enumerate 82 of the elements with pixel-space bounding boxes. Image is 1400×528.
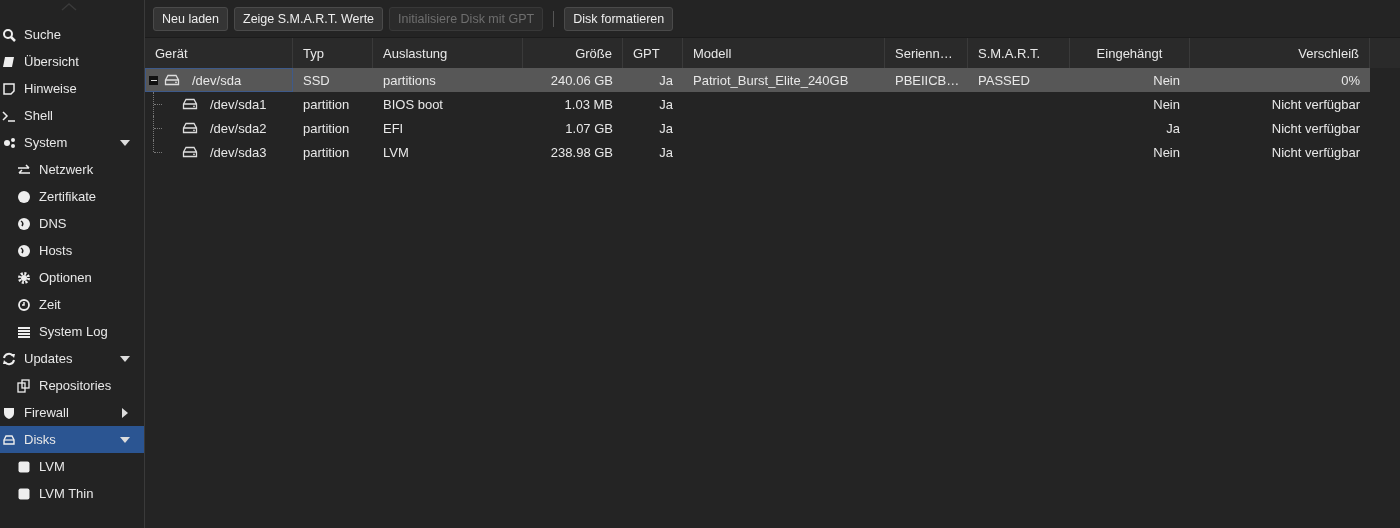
square-icon <box>17 486 31 501</box>
caret-icon <box>120 407 130 418</box>
table-row[interactable]: /dev/sda2 partition EFI 1.07 GB Ja Ja Nicht verfügbar <box>145 116 1370 140</box>
table-cell: Nicht verfügbar <box>1271 96 1360 112</box>
table-cell: Nicht verfügbar <box>1271 144 1360 160</box>
toolbar-button[interactable]: Disk formatieren <box>564 6 674 31</box>
drive-icon <box>182 98 198 110</box>
table-cell: partition <box>303 96 350 112</box>
sidebar-item[interactable]: Updates <box>0 345 144 372</box>
toolbar-button[interactable]: Neu laden <box>153 6 228 31</box>
sidebar-item[interactable]: LVM Thin <box>0 480 144 507</box>
globe-icon <box>17 216 31 231</box>
sidebar-item[interactable]: Repositories <box>0 372 144 399</box>
table-cell: Ja <box>659 72 673 88</box>
note-icon <box>2 81 16 96</box>
table-row[interactable]: /dev/sda3 partition LVM 238.98 GB Ja Nein Nicht verfügbar <box>145 140 1370 164</box>
list-icon <box>17 324 31 339</box>
sidebar-item[interactable]: LVM <box>0 453 144 480</box>
column-header[interactable]: Gerät <box>145 38 293 68</box>
table-row[interactable]: /dev/sda SSD partitions 240.06 GB Ja Patriot_Burst_Elite_240GB PBEIICB… PASSED Nein 0% <box>145 68 1370 92</box>
sidebar-item[interactable]: Netzwerk <box>0 156 144 183</box>
sidebar-item[interactable]: Hosts <box>0 237 144 264</box>
terminal-icon <box>2 108 16 123</box>
sidebar-item[interactable]: Disks <box>0 426 144 453</box>
table-cell: Patriot_Burst_Elite_240GB <box>693 72 849 88</box>
copy-icon <box>17 378 31 393</box>
globe-icon <box>17 243 31 258</box>
device-name: /dev/sda1 <box>210 96 267 112</box>
sidebar-item[interactable]: System Log <box>0 318 144 345</box>
drive-icon <box>2 432 16 447</box>
gear-icon <box>17 270 31 285</box>
device-name: /dev/sda3 <box>210 144 267 160</box>
table-cell: BIOS boot <box>383 96 443 112</box>
drive-icon <box>164 74 180 86</box>
shield-icon <box>2 405 16 420</box>
arrows-icon <box>17 162 31 177</box>
table-cell: Ja <box>659 144 673 160</box>
sidebar-item[interactable]: Hinweise <box>0 75 144 102</box>
table-cell: LVM <box>383 144 409 160</box>
drive-icon <box>182 146 198 158</box>
table-cell: partitions <box>383 72 436 88</box>
table-cell: Ja <box>659 120 673 136</box>
sidebar-item[interactable]: System <box>0 129 144 156</box>
sidebar-item[interactable]: Suche <box>0 21 144 48</box>
table-cell: 1.07 GB <box>565 120 613 136</box>
sidebar-item[interactable]: Optionen <box>0 264 144 291</box>
sidebar-item[interactable]: Firewall <box>0 399 144 426</box>
search-icon <box>2 27 16 42</box>
sidebar-item[interactable]: Shell <box>0 102 144 129</box>
table-cell: Nicht verfügbar <box>1271 120 1360 136</box>
table-cell: PASSED <box>978 72 1030 88</box>
table-cell: PBEIICB… <box>895 72 960 88</box>
caret-icon <box>120 137 130 148</box>
refresh-icon <box>2 351 16 366</box>
sidebar-item[interactable]: Zertifikate <box>0 183 144 210</box>
sidebar-item[interactable]: Zeit <box>0 291 144 318</box>
table-cell: 1.03 MB <box>564 96 613 112</box>
device-name: /dev/sda2 <box>210 120 267 136</box>
table-cell: 0% <box>1341 72 1360 88</box>
table-cell: Nein <box>1153 96 1180 112</box>
toolbar-button[interactable]: Zeige S.M.A.R.T. Werte <box>234 6 384 31</box>
table-cell: Nein <box>1153 144 1180 160</box>
caret-icon <box>120 434 130 445</box>
table-cell: Ja <box>1166 120 1180 136</box>
device-name: /dev/sda <box>192 72 242 88</box>
drive-icon <box>182 122 198 134</box>
table-row[interactable]: /dev/sda1 partition BIOS boot 1.03 MB Ja Nein Nicht verfügbar <box>145 92 1370 116</box>
table-cell: 240.06 GB <box>550 72 613 88</box>
table-cell: partition <box>303 144 350 160</box>
square-icon <box>17 459 31 474</box>
table-cell: SSD <box>303 72 330 88</box>
table-cell: Nein <box>1153 72 1180 88</box>
collapse-toggle[interactable] <box>149 75 158 85</box>
clock-icon <box>17 297 31 312</box>
caret-icon <box>120 353 130 364</box>
sidebar-item[interactable]: DNS <box>0 210 144 237</box>
table-cell: Ja <box>659 96 673 112</box>
table-cell: partition <box>303 120 350 136</box>
table-cell: 238.98 GB <box>550 144 613 160</box>
table-cell: EFI <box>383 120 404 136</box>
book-icon <box>2 54 16 69</box>
sidebar-item[interactable]: Übersicht <box>0 48 144 75</box>
